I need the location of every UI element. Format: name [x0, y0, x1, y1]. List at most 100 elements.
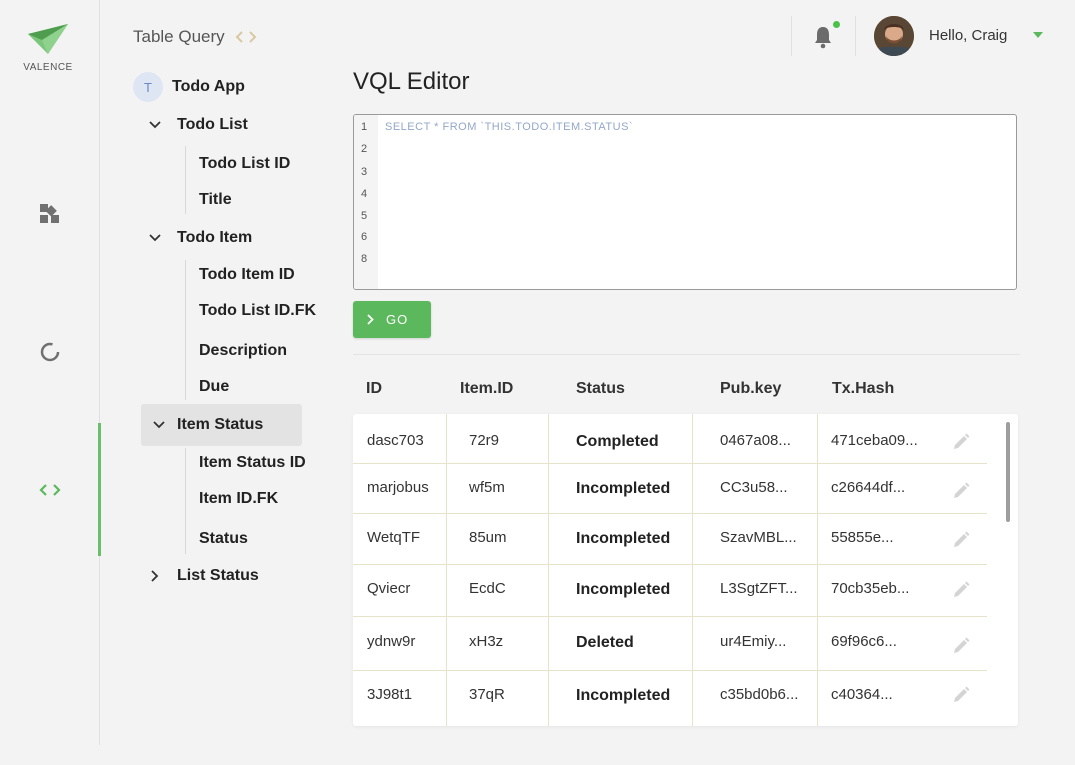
root-badge: T: [133, 72, 163, 102]
editor-title: VQL Editor: [353, 68, 470, 95]
pencil-icon[interactable]: [951, 530, 971, 550]
tree-guide-line: [185, 448, 186, 554]
cell-status: Incompleted: [576, 687, 671, 704]
cell-item-id: 85um: [469, 529, 507, 546]
cell-tx-hash: 69f96c6...: [831, 633, 897, 650]
valence-logo[interactable]: VALENCE: [22, 22, 74, 73]
chevron-right-icon: [133, 570, 177, 582]
logo-text: VALENCE: [23, 62, 73, 73]
cell-id: ydnw9r: [367, 633, 416, 650]
go-button-label: GO: [386, 312, 409, 327]
line-number: 4: [360, 188, 368, 200]
dashboard-icon[interactable]: [38, 202, 62, 226]
pencil-icon[interactable]: [951, 432, 971, 452]
section-divider: [353, 354, 1020, 355]
tree-node-label: Item Status: [177, 416, 264, 433]
cell-item-id: EcdC: [469, 580, 506, 597]
chevron-right-icon: [367, 314, 374, 325]
cell-id: dasc703: [367, 432, 424, 449]
table-row[interactable]: marjobus wf5m Incompleted CC3u58... c266…: [353, 464, 987, 514]
line-number: 3: [360, 166, 368, 178]
tree-leaf[interactable]: Status: [199, 530, 248, 548]
tree-node-item-status[interactable]: Item Status: [141, 404, 302, 446]
cell-pub-key: c35bd0b6...: [720, 686, 799, 703]
page-title: Table Query: [133, 27, 225, 46]
table-row[interactable]: 3J98t1 37qR Incompleted c35bd0b6... c403…: [353, 671, 987, 726]
cell-id: 3J98t1: [367, 686, 413, 703]
pencil-icon[interactable]: [951, 481, 971, 501]
avatar[interactable]: [874, 16, 914, 56]
tree-leaf[interactable]: Due: [199, 378, 229, 396]
bell-icon[interactable]: [812, 25, 834, 49]
cell-pub-key: CC3u58...: [720, 479, 788, 496]
tree-leaf[interactable]: Item ID.FK: [199, 490, 278, 508]
tree-guide-line: [185, 146, 186, 214]
breadcrumb: Table Query: [133, 27, 257, 47]
cell-item-id: xH3z: [469, 633, 504, 650]
dropdown-caret-icon[interactable]: [1033, 32, 1043, 38]
column-header-tx-hash[interactable]: Tx.Hash: [832, 380, 894, 398]
cell-pub-key: 0467a08...: [720, 432, 791, 449]
line-number: 5: [360, 210, 368, 222]
cell-id: marjobus: [367, 479, 429, 496]
line-number-gutter: 1 2 3 4 5 6 8: [354, 115, 378, 289]
tree-guide-line: [185, 260, 186, 400]
table-row[interactable]: WetqTF 85um Incompleted SzavMBL... 55855…: [353, 514, 987, 565]
pencil-icon[interactable]: [951, 636, 971, 656]
pencil-icon[interactable]: [951, 580, 971, 600]
cell-tx-hash: c26644df...: [831, 479, 906, 496]
cell-status: Deleted: [576, 634, 634, 651]
go-button[interactable]: GO: [353, 301, 431, 338]
query-code[interactable]: SELECT * FROM `THIS.TODO.ITEM.STATUS`: [385, 121, 633, 133]
column-header-item-id[interactable]: Item.ID: [460, 380, 513, 398]
cell-tx-hash: c40364...: [831, 686, 893, 703]
cell-pub-key: ur4Emiy...: [720, 633, 787, 650]
tree-leaf[interactable]: Title: [199, 191, 232, 209]
header-divider: [855, 16, 856, 56]
results-table: dasc703 72r9 Completed 0467a08... 471ceb…: [353, 414, 1018, 726]
cell-pub-key: L3SgtZFT...: [720, 580, 798, 597]
table-row[interactable]: ydnw9r xH3z Deleted ur4Emiy... 69f96c6..…: [353, 617, 987, 671]
cell-id: Qviecr: [367, 580, 411, 597]
cell-pub-key: SzavMBL...: [720, 529, 797, 546]
chevron-down-icon: [133, 121, 177, 129]
cell-item-id: 37qR: [469, 686, 505, 703]
cell-tx-hash: 55855e...: [831, 529, 894, 546]
code-icon[interactable]: [38, 478, 62, 502]
cell-id: WetqTF: [367, 529, 421, 546]
cell-item-id: 72r9: [469, 432, 500, 449]
paper-plane-logo-icon: [28, 24, 68, 54]
tree-leaf[interactable]: Item Status ID: [199, 454, 306, 472]
tree-leaf[interactable]: Todo List ID: [199, 155, 290, 173]
cell-status: Completed: [576, 433, 659, 450]
line-number: 8: [360, 253, 368, 265]
table-scrollbar[interactable]: [1006, 422, 1010, 522]
chevron-down-icon: [141, 421, 177, 429]
left-rail: VALENCE: [0, 0, 100, 745]
tree-node-todo-list[interactable]: Todo List: [133, 104, 248, 146]
vql-code-editor[interactable]: 1 2 3 4 5 6 8 SELECT * FROM `THIS.TODO.I…: [353, 114, 1017, 290]
active-nav-indicator: [98, 423, 101, 556]
tree-leaf[interactable]: Todo List ID.FK: [199, 302, 316, 320]
chevron-down-icon: [133, 234, 177, 242]
loading-icon[interactable]: [38, 340, 62, 364]
tree-leaf[interactable]: Description: [199, 342, 287, 360]
table-row[interactable]: Qviecr EcdC Incompleted L3SgtZFT... 70cb…: [353, 565, 987, 617]
tree-node-todo-item[interactable]: Todo Item: [133, 217, 252, 259]
root-label: Todo App: [172, 78, 245, 95]
tree-leaf[interactable]: Todo Item ID: [199, 266, 295, 284]
tree-node-label: Todo List: [177, 116, 248, 133]
header-divider: [791, 16, 792, 56]
cell-tx-hash: 70cb35eb...: [831, 580, 910, 597]
line-number: 2: [360, 143, 368, 155]
pencil-icon[interactable]: [951, 685, 971, 705]
tree-node-list-status[interactable]: List Status: [133, 555, 259, 597]
notification-dot: [833, 21, 840, 28]
cell-status: Incompleted: [576, 581, 671, 598]
user-greeting[interactable]: Hello, Craig: [929, 27, 1007, 44]
table-row[interactable]: dasc703 72r9 Completed 0467a08... 471ceb…: [353, 414, 987, 464]
column-header-id[interactable]: ID: [366, 380, 382, 398]
column-header-status[interactable]: Status: [576, 380, 625, 398]
tree-root[interactable]: T Todo App: [133, 72, 245, 102]
column-header-pub-key[interactable]: Pub.key: [720, 380, 781, 398]
